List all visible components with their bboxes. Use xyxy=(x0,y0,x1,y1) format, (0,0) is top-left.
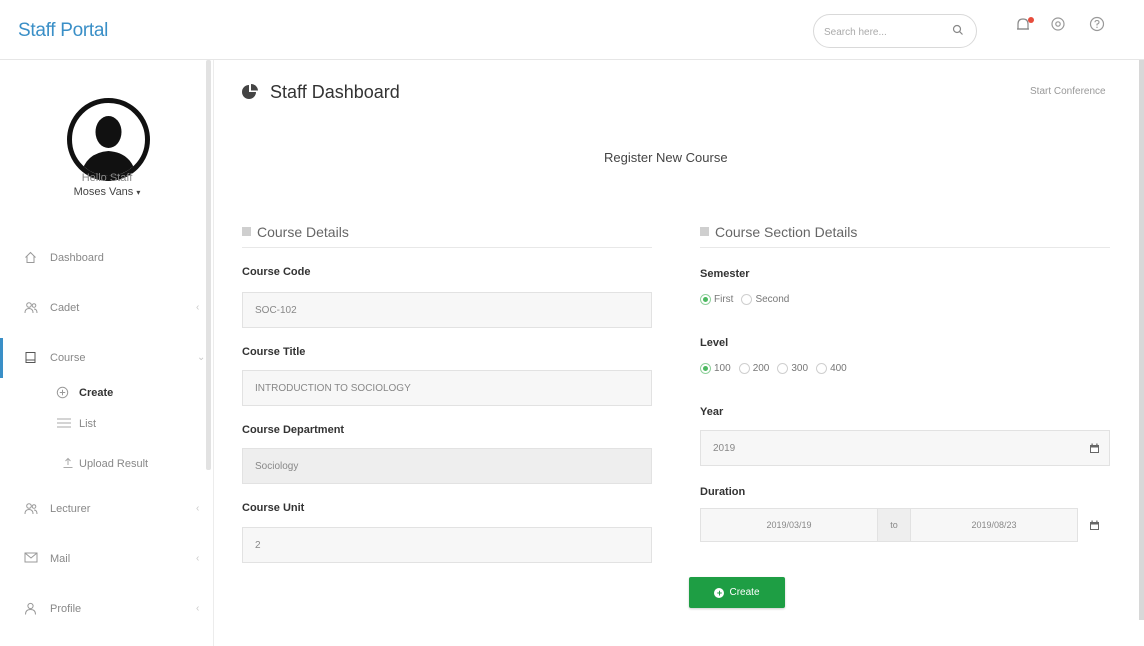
duration-end-input[interactable] xyxy=(910,508,1078,542)
chevron-down-icon: ⌄ xyxy=(197,352,206,363)
sidebar-item-mail[interactable]: Mail ‹ xyxy=(0,539,214,579)
main-scrollbar[interactable] xyxy=(1139,60,1144,620)
sidebar-item-label: Lecturer xyxy=(50,503,91,515)
sidebar-item-label: Course xyxy=(50,352,86,364)
course-code-label: Course Code xyxy=(242,266,311,278)
book-icon xyxy=(24,351,37,367)
duration-to-addon: to xyxy=(878,508,910,542)
caret-down-icon: ▾ xyxy=(136,188,141,197)
course-title-label: Course Title xyxy=(242,346,306,358)
sidebar-item-cadet[interactable]: Cadet ‹ xyxy=(0,288,214,328)
sidebar-item-label: Mail xyxy=(50,553,71,565)
calendar-icon[interactable] xyxy=(1078,507,1110,543)
sidebar-item-label: Cadet xyxy=(50,302,80,314)
year-label: Year xyxy=(700,406,724,418)
list-icon xyxy=(56,417,72,432)
notification-icon[interactable] xyxy=(1014,16,1038,40)
greeting-text: Hello Staff xyxy=(81,172,133,184)
create-button[interactable]: + Create xyxy=(689,577,785,608)
sidebar-subitem-upload-result[interactable]: Upload Result xyxy=(0,449,206,479)
level-option-300[interactable]: 300 xyxy=(777,363,808,374)
course-details-heading: Course Details xyxy=(242,224,349,240)
sidebar-item-lecturer[interactable]: Lecturer ‹ xyxy=(0,489,214,529)
home-icon xyxy=(24,251,37,267)
sidebar-subitem-list[interactable]: List xyxy=(0,409,206,439)
sidebar-item-course[interactable]: Course ⌄ xyxy=(0,338,214,378)
user-name: Moses Vans xyxy=(73,186,134,198)
start-conference-link[interactable]: Start Conference xyxy=(1030,86,1106,97)
radio-button[interactable] xyxy=(700,363,711,374)
level-option-400[interactable]: 400 xyxy=(816,363,847,374)
course-department-label: Course Department xyxy=(242,424,345,436)
sidebar-subitem-label: Upload Result xyxy=(79,458,149,470)
square-icon xyxy=(242,227,251,236)
users-icon xyxy=(24,301,38,317)
level-option-200[interactable]: 200 xyxy=(738,363,769,374)
duration-start-input[interactable] xyxy=(700,508,878,542)
calendar-icon[interactable] xyxy=(1078,430,1110,466)
year-input[interactable] xyxy=(700,430,1110,466)
course-department-input[interactable] xyxy=(242,448,652,484)
sidebar-item-dashboard[interactable]: Dashboard xyxy=(0,238,214,278)
sidebar-subitem-create[interactable]: Create xyxy=(0,378,206,408)
search-box[interactable] xyxy=(813,14,977,48)
sidebar-item-profile[interactable]: Profile ‹ xyxy=(0,589,214,629)
form-title: Register New Course xyxy=(604,150,728,165)
radio-button[interactable] xyxy=(738,363,750,374)
sidebar-item-label: Dashboard xyxy=(50,252,104,264)
semester-option-first[interactable]: First xyxy=(700,294,733,305)
course-unit-label: Course Unit xyxy=(242,502,305,514)
sidebar-subitem-label: Create xyxy=(79,387,114,399)
semester-option-second[interactable]: Second xyxy=(741,294,789,305)
chevron-left-icon: ‹ xyxy=(196,553,200,564)
sidebar-subitem-label: List xyxy=(79,418,97,430)
search-icon[interactable] xyxy=(952,24,964,39)
chevron-left-icon: ‹ xyxy=(196,603,200,614)
radio-button[interactable] xyxy=(816,363,828,374)
search-input[interactable] xyxy=(824,23,944,41)
mail-icon xyxy=(24,552,38,566)
sidebar: Hello Staff Moses Vans ▾ Dashboard Cadet… xyxy=(0,60,214,646)
sidebar-item-label: Profile xyxy=(50,603,82,615)
page-title: Staff Dashboard xyxy=(270,82,400,102)
user-icon xyxy=(24,602,37,618)
section-divider xyxy=(700,247,1110,248)
section-divider xyxy=(242,247,652,248)
notification-badge xyxy=(1028,17,1034,23)
avatar[interactable] xyxy=(66,97,151,182)
level-radio-group: 100 200 300 400 xyxy=(700,363,855,374)
duration-label: Duration xyxy=(700,486,746,498)
brand-title[interactable]: Staff Portal xyxy=(18,20,108,42)
upload-icon xyxy=(62,457,74,472)
radio-button[interactable] xyxy=(741,294,753,305)
top-bar: Staff Portal xyxy=(0,0,1144,60)
help-icon[interactable] xyxy=(1089,16,1113,40)
plus-circle-icon: + xyxy=(714,587,725,598)
users-icon xyxy=(24,502,38,518)
plus-circle-icon xyxy=(56,386,69,402)
semester-label: Semester xyxy=(700,268,750,280)
course-title-input[interactable] xyxy=(242,370,652,406)
level-option-100[interactable]: 100 xyxy=(700,363,731,374)
radio-button[interactable] xyxy=(777,363,789,374)
course-unit-input[interactable] xyxy=(242,527,652,563)
pie-chart-icon xyxy=(241,83,259,104)
square-icon xyxy=(700,227,709,236)
level-label: Level xyxy=(700,337,729,349)
chevron-left-icon: ‹ xyxy=(196,503,200,514)
course-section-details-heading: Course Section Details xyxy=(700,224,857,240)
chevron-left-icon: ‹ xyxy=(196,302,200,313)
semester-radio-group: First Second xyxy=(700,294,797,305)
settings-icon[interactable] xyxy=(1050,16,1074,40)
user-menu[interactable]: Moses Vans ▾ xyxy=(0,186,214,198)
course-code-input[interactable] xyxy=(242,292,652,328)
radio-button[interactable] xyxy=(700,294,711,305)
